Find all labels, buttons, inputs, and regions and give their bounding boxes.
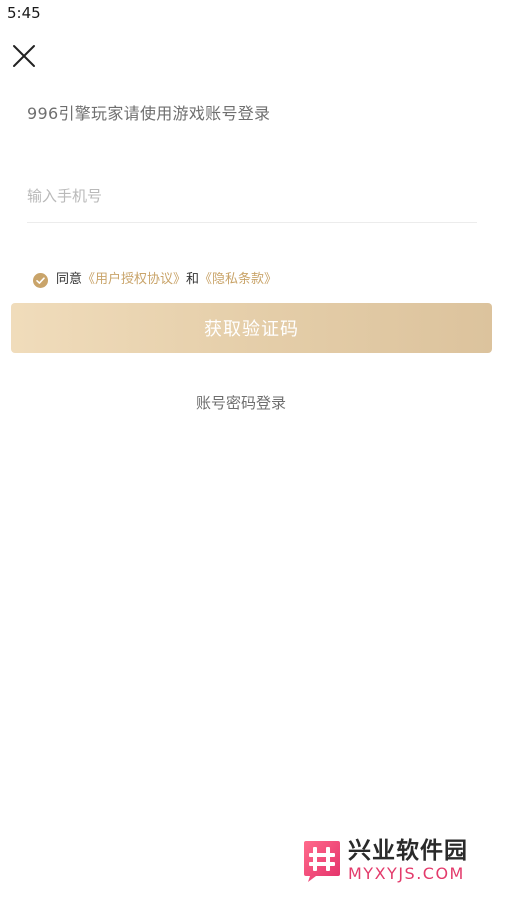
phone-field bbox=[27, 178, 477, 223]
check-icon bbox=[36, 276, 45, 284]
phone-input[interactable] bbox=[27, 178, 477, 214]
agreement-prefix: 同意 bbox=[56, 272, 83, 287]
close-icon bbox=[13, 45, 35, 67]
get-code-button[interactable]: 获取验证码 bbox=[11, 303, 492, 353]
watermark-logo-icon bbox=[304, 841, 340, 882]
close-button[interactable] bbox=[8, 40, 40, 72]
status-time: 5:45 bbox=[7, 4, 41, 22]
password-login-link[interactable]: 账号密码登录 bbox=[0, 392, 482, 414]
login-subtitle: 996引擎玩家请使用游戏账号登录 bbox=[27, 104, 271, 123]
login-screen: 5:45 996引擎玩家请使用游戏账号登录 同意 《用户授权协议》 和 《隐私条… bbox=[0, 0, 505, 898]
agreement-checkbox[interactable] bbox=[33, 272, 48, 288]
watermark-domain: MYXYJS.COM bbox=[348, 864, 465, 883]
agreement-row: 同意 《用户授权协议》 和 《隐私条款》 bbox=[33, 270, 277, 290]
privacy-policy-link[interactable]: 《隐私条款》 bbox=[199, 270, 277, 290]
watermark: 兴业软件园 MYXYJS.COM bbox=[302, 838, 497, 886]
user-agreement-link[interactable]: 《用户授权协议》 bbox=[82, 270, 186, 290]
status-bar: 5:45 bbox=[0, 0, 505, 26]
agreement-conjunction: 和 bbox=[186, 272, 200, 287]
watermark-name: 兴业软件园 bbox=[348, 838, 468, 864]
